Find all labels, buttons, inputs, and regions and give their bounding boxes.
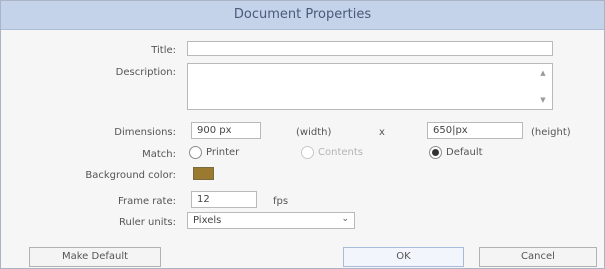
frame-rate-unit: fps <box>273 196 289 207</box>
frame-rate-label: Frame rate: <box>117 196 176 207</box>
match-label: Match: <box>142 149 176 160</box>
ruler-units-select[interactable]: Pixels ⌄ <box>187 212 355 229</box>
match-default-label: Default <box>446 147 483 158</box>
height-label: (height) <box>531 127 571 138</box>
description-textarea[interactable]: ▲ ▼ <box>187 63 553 110</box>
match-contents-label: Contents <box>318 147 363 158</box>
ok-button[interactable]: OK <box>343 247 464 267</box>
times-sign: x <box>379 127 385 138</box>
background-color-swatch[interactable] <box>193 167 214 180</box>
title-input[interactable] <box>187 41 553 56</box>
cancel-button[interactable]: Cancel <box>479 247 597 267</box>
width-label: (width) <box>296 127 332 138</box>
description-label: Description: <box>115 67 176 78</box>
make-default-button[interactable]: Make Default <box>29 247 161 267</box>
height-input[interactable]: 650|px <box>427 122 523 139</box>
radio-circle-icon <box>189 146 202 159</box>
scroll-down-arrow-icon[interactable]: ▼ <box>538 95 548 105</box>
background-color-label: Background color: <box>85 170 176 181</box>
radio-circle-icon <box>301 146 314 159</box>
match-default-radio[interactable]: Default <box>429 146 483 159</box>
document-properties-dialog: Document Properties Title: Description: … <box>0 0 605 269</box>
dimensions-label: Dimensions: <box>114 127 176 138</box>
ruler-units-label: Ruler units: <box>118 217 176 228</box>
match-contents-radio: Contents <box>301 146 363 159</box>
scroll-up-arrow-icon[interactable]: ▲ <box>538 68 548 78</box>
match-printer-radio[interactable]: Printer <box>189 146 239 159</box>
radio-selected-icon <box>429 146 442 159</box>
ruler-units-value: Pixels <box>193 215 222 226</box>
description-scrollbar[interactable]: ▲ ▼ <box>538 68 548 105</box>
title-label: Title: <box>151 45 176 56</box>
frame-rate-input[interactable]: 12 <box>191 191 257 208</box>
dialog-title: Document Properties <box>1 1 604 30</box>
match-printer-label: Printer <box>206 147 240 158</box>
chevron-down-icon: ⌄ <box>341 214 349 224</box>
width-input[interactable]: 900 px <box>191 122 261 139</box>
